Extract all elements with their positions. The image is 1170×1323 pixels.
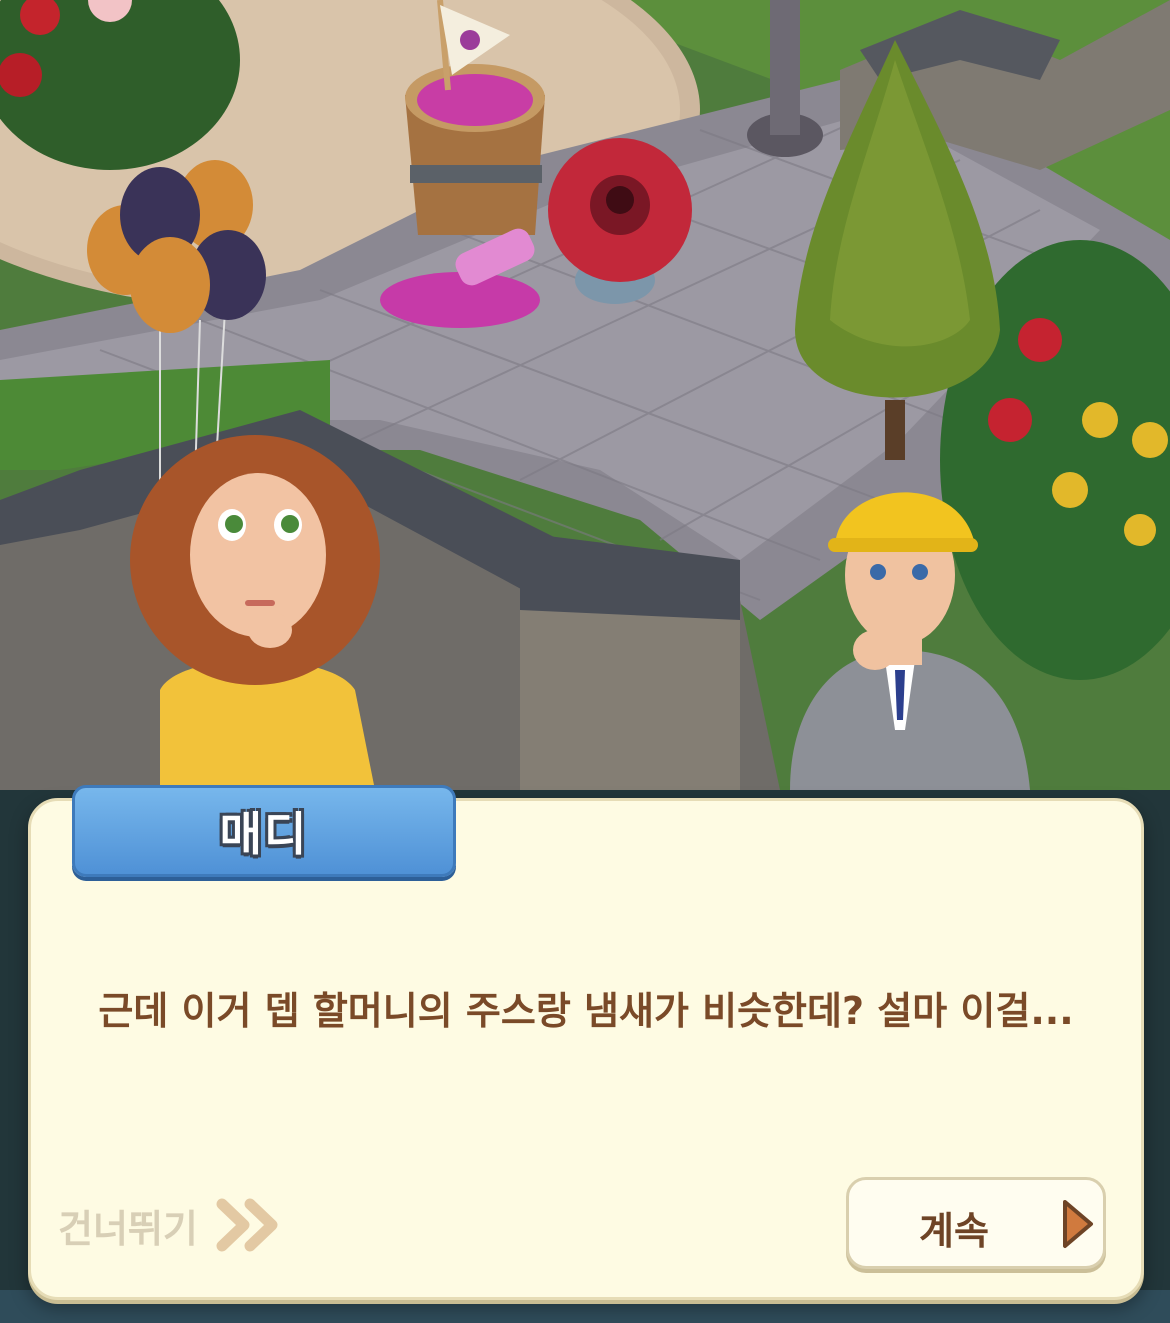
character-madison <box>130 435 380 790</box>
double-chevron-right-icon <box>216 1198 278 1252</box>
continue-button[interactable]: 계속 <box>846 1177 1106 1269</box>
skip-button[interactable]: 건너뛰기 <box>58 1190 280 1260</box>
speaker-name-tag: 매디 <box>72 785 456 877</box>
spilled-juice <box>380 272 540 328</box>
skip-label: 건너뛰기 <box>58 1206 198 1251</box>
speaker-name: 매디 <box>219 807 309 861</box>
triangle-right-icon <box>1063 1200 1093 1248</box>
dialog-text: 근데 이거 뎁 할머니의 주스랑 냄새가 비슷한데? 설마 이걸... <box>98 989 1074 1033</box>
continue-label: 계속 <box>919 1209 989 1253</box>
